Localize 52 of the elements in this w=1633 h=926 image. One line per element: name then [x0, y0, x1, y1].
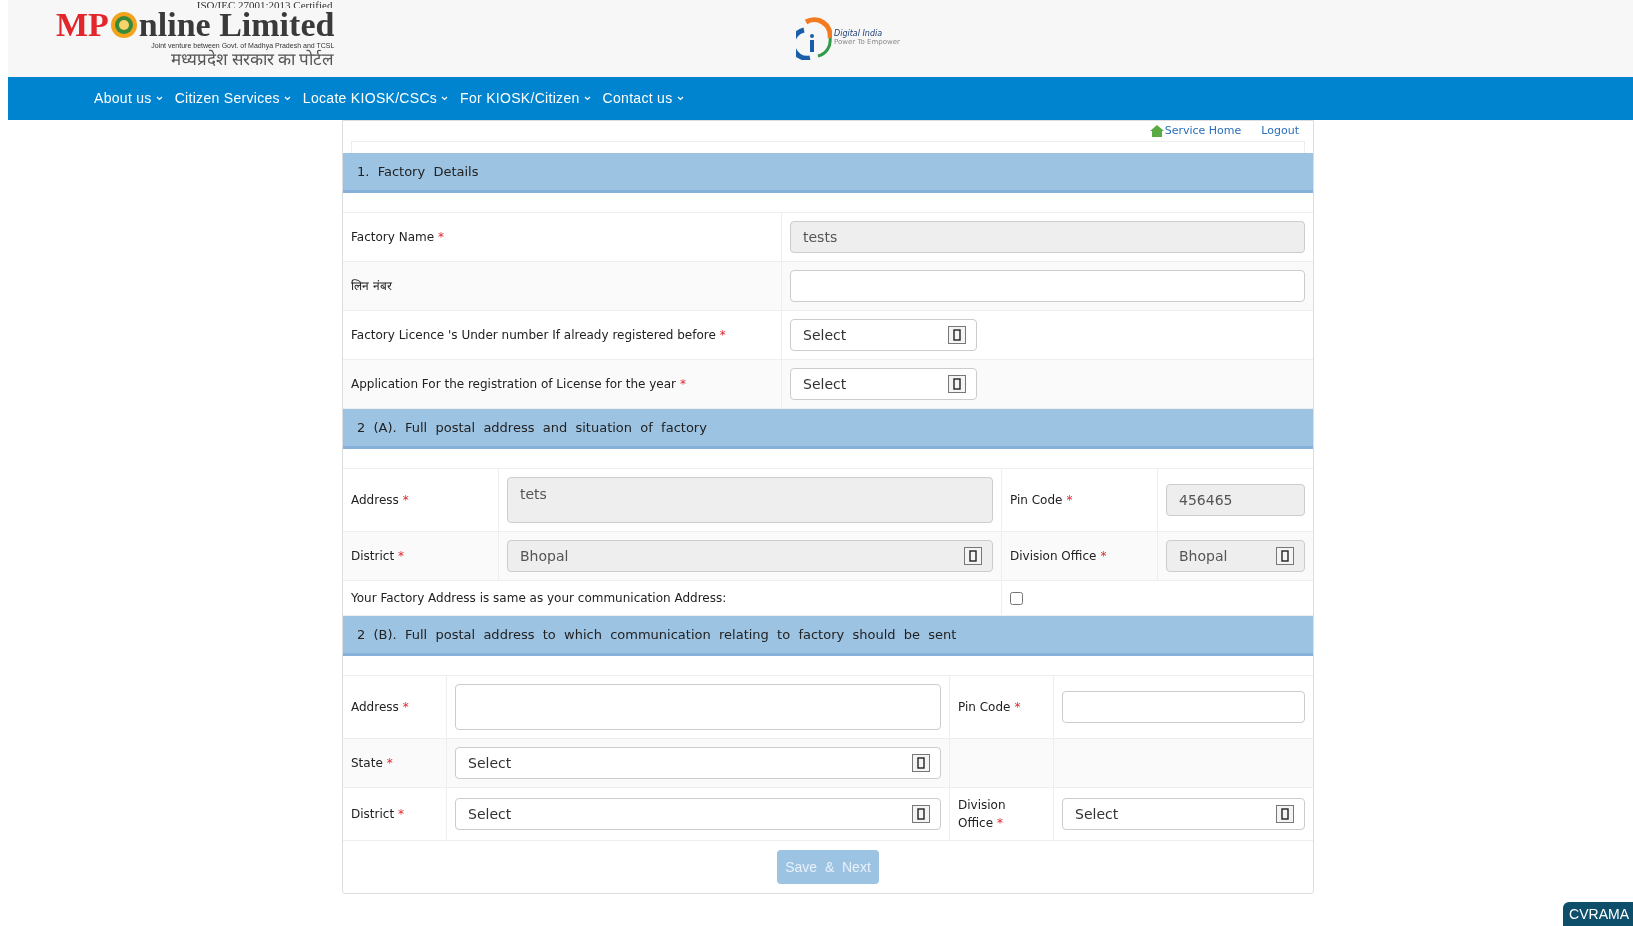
logo-text: nline Limited — [138, 8, 335, 42]
dropdown-box-icon — [912, 805, 930, 823]
dropdown-box-icon — [964, 547, 982, 565]
field-label: Pin Code * — [958, 699, 1021, 716]
nav-menu-item[interactable]: For KIOSK/Citizen — [460, 88, 591, 109]
digital-india-logo-icon — [796, 14, 832, 60]
select-dropdown[interactable]: Select — [790, 319, 977, 351]
nav-menu-item[interactable]: Contact us — [602, 88, 684, 109]
nav-menu-item[interactable]: Locate KIOSK/CSCs — [302, 88, 449, 109]
section-header: 1. Factory Details — [343, 153, 1313, 193]
field-label: Factory Licence 's Under number If already registered before * — [351, 327, 726, 344]
dropdown-box-icon — [948, 326, 966, 344]
address-field[interactable] — [455, 684, 941, 730]
field-label: Division Office * — [1010, 548, 1107, 565]
dropdown-box-icon — [1276, 547, 1294, 565]
select-dropdown[interactable]: Select — [455, 747, 941, 779]
field-label: Address * — [351, 492, 409, 509]
field-label: Your Factory Address is same as your communication Address: — [343, 581, 1002, 615]
select-dropdown[interactable]: Select — [790, 368, 977, 400]
dropdown-box-icon — [948, 375, 966, 393]
same-address-checkbox[interactable] — [1010, 591, 1023, 605]
text-field[interactable] — [790, 270, 1305, 302]
dropdown-box-icon — [1276, 805, 1294, 823]
nav-menu-item[interactable]: About us — [94, 88, 163, 109]
field-label: Division Office * — [958, 797, 1007, 832]
emblem-icon — [109, 11, 138, 39]
field-label: State * — [351, 755, 393, 772]
select-dropdown[interactable]: Select — [1062, 798, 1305, 830]
field-label: Pin Code * — [1010, 492, 1073, 509]
top-link[interactable]: Service Home — [1149, 122, 1242, 140]
field-label: Address * — [351, 699, 409, 716]
field-label: District * — [351, 548, 405, 565]
text-field[interactable] — [1062, 691, 1305, 723]
dropdown-box-icon — [912, 754, 930, 772]
chevron-down-icon — [676, 96, 684, 101]
section-header: 2 (B). Full postal address to which communication relating to factory should be sent — [343, 616, 1313, 656]
top-link[interactable]: Logout — [1261, 122, 1299, 140]
chevron-down-icon — [155, 96, 163, 101]
section-header: 2 (A). Full postal address and situation of factory — [343, 409, 1313, 449]
chevron-down-icon — [583, 96, 591, 101]
nav-menu-item[interactable]: Citizen Services — [174, 88, 291, 109]
chevron-down-icon — [283, 96, 291, 101]
field-label: लिन नंबर — [351, 278, 392, 295]
chat-tab[interactable]: CVRAMA — [1563, 902, 1633, 926]
field-label: Application For the registration of License for the year * — [351, 376, 686, 393]
chevron-down-icon — [441, 96, 449, 101]
logo-hindi-text: मध्यप्रदेश सरकार का पोर्टल — [170, 50, 335, 70]
logo-text: Digital India — [834, 28, 884, 38]
select-dropdown[interactable]: Select — [455, 798, 941, 830]
logo-text: MP — [56, 8, 109, 42]
field-label: District * — [351, 806, 405, 823]
field-label: Factory Name * — [351, 229, 445, 246]
